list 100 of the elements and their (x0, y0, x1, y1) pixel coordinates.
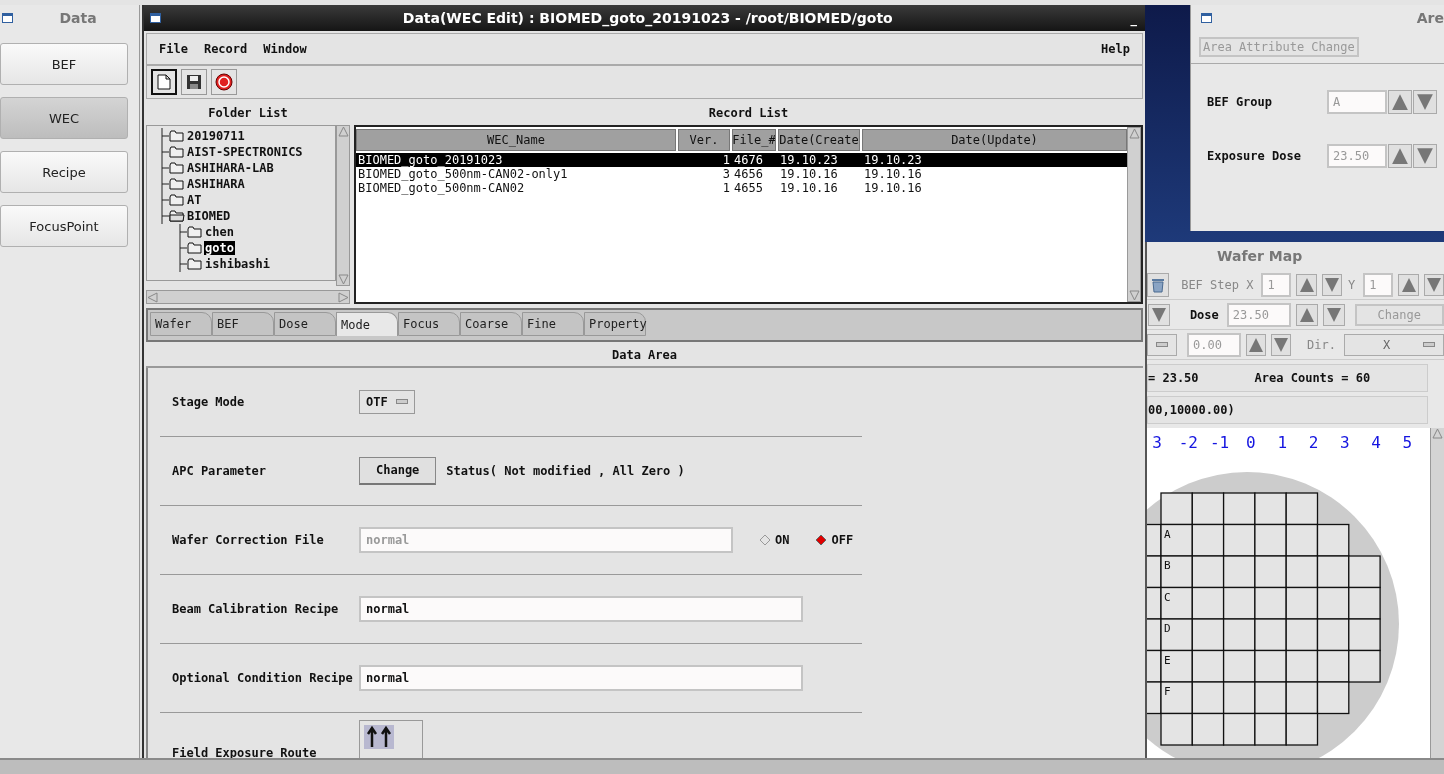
field-label: Dose (1189, 307, 1219, 322)
menu-item[interactable]: Help (1101, 42, 1130, 56)
column-label: 0 (1246, 433, 1256, 452)
spin-down-button[interactable] (1423, 273, 1444, 296)
stage-mode-dropdown[interactable]: OTF (359, 389, 415, 414)
column-header[interactable]: Ver. (678, 129, 730, 151)
spin-down-button[interactable] (1413, 144, 1437, 168)
spin-down-button[interactable] (1148, 303, 1170, 326)
new-file-button[interactable] (151, 69, 177, 95)
nav-button[interactable]: BEF (0, 43, 128, 85)
record-row[interactable]: BIOMED_goto_20191023 1 4676 19.10.23 19.10.23 (356, 153, 1127, 167)
section-title: Data Area (146, 344, 1143, 368)
scroll-up-icon[interactable] (337, 126, 349, 137)
spin-up-button[interactable] (1388, 144, 1412, 168)
tab[interactable]: BEF (212, 312, 274, 336)
scrollbar[interactable] (1127, 127, 1141, 302)
down-triangle-icon (1416, 93, 1434, 111)
dropdown-icon (1423, 341, 1435, 348)
tab[interactable]: Dose (274, 312, 336, 336)
window-menu-icon[interactable] (150, 13, 161, 23)
up-triangle-icon (1400, 276, 1417, 293)
field-label: Beam Calibration Recipe (172, 601, 340, 616)
folder-item[interactable]: AIST-SPECTRONICS (186, 145, 304, 159)
field-label: Field Exposure Route (172, 746, 318, 760)
menu-item[interactable]: Window (263, 42, 307, 56)
column-label: -2 (1178, 433, 1198, 452)
row-label: F (1164, 685, 1171, 698)
tab[interactable]: Coarse (460, 312, 522, 336)
panel-title: Record List (707, 105, 790, 122)
row-label: E (1164, 653, 1171, 667)
upload-button[interactable] (211, 69, 237, 95)
folder-item[interactable]: goto (204, 241, 235, 255)
field-label: Dir. (1306, 337, 1336, 352)
text-field[interactable]: normal (359, 595, 803, 622)
window-menu-icon[interactable] (1201, 13, 1212, 23)
spin-down-button[interactable] (1413, 90, 1437, 114)
route-button[interactable] (359, 720, 423, 760)
direction-dropdown[interactable]: X (1343, 333, 1444, 356)
menu-item[interactable]: File (159, 42, 188, 56)
row-label: A (1164, 527, 1171, 541)
spin-down-button[interactable] (1271, 333, 1291, 356)
folder-item[interactable]: 20190711 (186, 129, 246, 143)
column-label: 2 (1308, 433, 1319, 452)
dropdown[interactable] (1147, 333, 1177, 356)
down-triangle-icon (1416, 147, 1434, 165)
nav-button[interactable]: WEC (0, 97, 128, 139)
spin-up-button[interactable] (1295, 303, 1318, 326)
field-label: Exposure Dose (1207, 149, 1302, 163)
column-label: 5 (1402, 433, 1413, 452)
scrollbar[interactable] (336, 125, 350, 286)
window-title: Are (1415, 10, 1444, 26)
column-header[interactable]: Date(Update) (862, 129, 1127, 151)
minimize-button[interactable]: _ (1130, 10, 1137, 26)
tab[interactable]: Wafer (150, 312, 212, 336)
save-button[interactable] (181, 69, 207, 95)
tab[interactable]: Fine (522, 312, 584, 336)
scroll-left-icon[interactable] (147, 291, 158, 303)
spin-up-button[interactable] (1296, 273, 1317, 296)
folder-item[interactable]: ishibashi (204, 257, 272, 271)
scrollbar[interactable] (1430, 428, 1444, 760)
window-menu-icon[interactable] (2, 13, 13, 23)
text-field[interactable]: normal (359, 664, 803, 691)
spin-up-button[interactable] (1398, 273, 1419, 296)
tab[interactable]: Focus (398, 312, 460, 336)
scroll-down-icon[interactable] (1128, 290, 1140, 301)
folder-item[interactable]: ASHIHARA-LAB (186, 161, 275, 175)
tab[interactable]: Mode (336, 312, 398, 336)
field-label: Wafer Correction File (172, 532, 325, 547)
column-header[interactable]: WEC_Name (356, 129, 676, 151)
down-triangle-icon (1425, 276, 1442, 293)
down-triangle-icon (1323, 276, 1340, 293)
spin-up-button[interactable] (1246, 333, 1266, 356)
spin-down-button[interactable] (1321, 273, 1343, 296)
round-badge-icon (215, 73, 233, 91)
column-header[interactable]: Date(Create (778, 129, 860, 151)
up-arrows-icon (364, 725, 394, 750)
scrollbar[interactable] (146, 290, 350, 304)
delete-button[interactable] (1147, 272, 1170, 297)
dose-readout: = 23.50 (1148, 371, 1199, 385)
radio-icon (815, 533, 828, 546)
up-triangle-icon (1298, 276, 1315, 293)
scroll-up-icon[interactable] (1128, 128, 1140, 139)
nav-button[interactable]: Recipe (0, 151, 128, 193)
scroll-up-icon[interactable] (1432, 428, 1443, 439)
spin-up-button[interactable] (1388, 90, 1412, 114)
folder-item[interactable]: BIOMED (186, 209, 232, 223)
folder-item[interactable]: ASHIHARA (186, 177, 246, 191)
folder-item[interactable]: AT (186, 193, 203, 207)
column-header[interactable]: File_# (732, 129, 776, 151)
change-button[interactable]: Change (359, 456, 437, 485)
dropdown-icon (1156, 341, 1168, 348)
scroll-down-icon[interactable] (337, 274, 349, 285)
field-label: Y (1348, 277, 1356, 292)
folder-item[interactable]: chen (204, 225, 235, 239)
scroll-right-icon[interactable] (338, 291, 349, 303)
menu-item[interactable]: Record (203, 42, 248, 56)
window-title: Data(WEC Edit) : BIOMED_goto_20191023 - /root/BIOMED/goto (401, 10, 894, 26)
tab[interactable]: Property (584, 312, 646, 336)
spin-down-button[interactable] (1322, 303, 1345, 326)
nav-button[interactable]: FocusPoint (0, 205, 128, 247)
